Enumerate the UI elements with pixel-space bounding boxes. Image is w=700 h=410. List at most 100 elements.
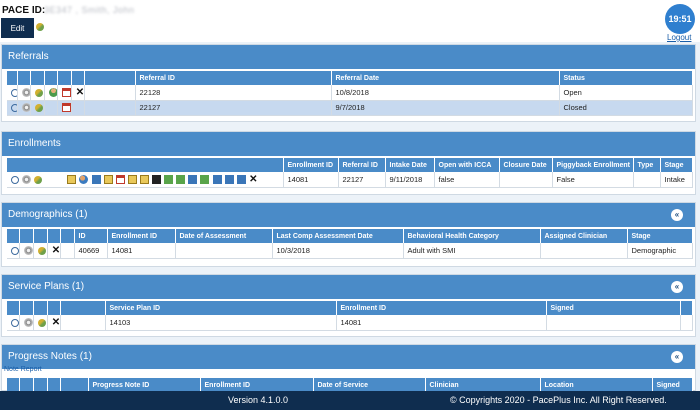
link-icon[interactable] — [36, 23, 44, 31]
table-row[interactable]: 22127 9/7/2018 Closed — [7, 100, 693, 116]
calendar-icon[interactable] — [61, 103, 70, 113]
referral-id: 22128 — [135, 85, 332, 101]
table-row[interactable]: ✕ 14081 22127 9/11/2018 false False Inta… — [7, 172, 693, 188]
collapse-icon[interactable]: « — [671, 281, 683, 293]
progress-notes-header-row: Progress Note ID Enrollment ID Date of S… — [7, 378, 693, 392]
link-icon[interactable] — [34, 104, 43, 112]
session-clock: 19:51 — [665, 4, 695, 34]
service-plans-table: Service Plan ID Enrollment ID Signed ✕ 1… — [7, 301, 693, 331]
search-icon[interactable] — [11, 246, 18, 255]
link-icon[interactable] — [34, 88, 43, 97]
user-icon[interactable] — [48, 88, 56, 97]
progress-notes-table: Progress Note ID Enrollment ID Date of S… — [7, 378, 693, 392]
close-icon[interactable]: ✕ — [52, 318, 59, 328]
search-icon[interactable] — [11, 88, 16, 97]
col-type: Type — [633, 158, 661, 172]
referral-id: 22127 — [338, 172, 386, 188]
car-icon[interactable] — [152, 175, 162, 184]
form-icon[interactable] — [176, 175, 186, 184]
footer: Version 4.1.0.0 © Copyrights 2020 - Pace… — [0, 391, 700, 410]
col-referral-id: Referral ID — [338, 158, 386, 172]
collapse-icon[interactable]: « — [671, 209, 683, 221]
export-icon[interactable] — [236, 175, 246, 184]
referral-date: 10/8/2018 — [331, 85, 560, 101]
col-enrollment-id: Enrollment ID — [200, 378, 314, 392]
transfer-icon[interactable] — [212, 175, 222, 184]
col-category: Behavioral Health Category — [403, 229, 541, 243]
collapse-icon[interactable]: « — [671, 351, 683, 363]
link-icon[interactable] — [37, 246, 46, 255]
table-row[interactable]: ✕ 14103 14081 — [7, 315, 693, 331]
enrollments-header-row: Enrollment ID Referral ID Intake Date Op… — [7, 158, 693, 172]
people-icon[interactable] — [79, 175, 89, 184]
skip-icon[interactable] — [224, 175, 234, 184]
col-signed: Signed — [546, 301, 681, 315]
close-icon[interactable]: ✕ — [249, 175, 258, 185]
disc-icon[interactable] — [22, 175, 32, 184]
disc-icon[interactable] — [23, 246, 32, 255]
referrals-table: Referral ID Referral Date Status ✕ 22128… — [7, 71, 693, 116]
table-row[interactable]: ✕ 40669 14081 10/3/2018 Adult with SMI D… — [7, 243, 693, 259]
demographics-title: Demographics (1) — [8, 209, 88, 220]
calendar-icon[interactable] — [115, 175, 125, 184]
col-service-plan-id: Service Plan ID — [105, 301, 337, 315]
link-icon[interactable] — [37, 318, 46, 327]
col-intake-date: Intake Date — [385, 158, 435, 172]
calendar-icon[interactable] — [61, 88, 70, 97]
health-category: Adult with SMI — [403, 243, 541, 259]
last-comp-date: 10/3/2018 — [272, 243, 404, 259]
intake-date: 9/11/2018 — [385, 172, 435, 188]
search-icon[interactable] — [11, 175, 19, 184]
enrollments-title: Enrollments — [8, 138, 61, 149]
col-stage: Stage — [660, 158, 693, 172]
document-icon[interactable] — [67, 175, 77, 184]
col-stage: Stage — [627, 229, 693, 243]
referral-status: Open — [559, 85, 693, 101]
referrals-header-row: Referral ID Referral Date Status — [7, 71, 693, 85]
plan-icon[interactable] — [164, 175, 174, 184]
disc-icon[interactable] — [21, 103, 29, 113]
logout-link[interactable]: Logout — [667, 33, 691, 42]
disc-icon[interactable] — [21, 88, 29, 97]
version-label: Version 4.1.0.0 — [228, 395, 289, 405]
service-plan-id: 14103 — [105, 315, 337, 331]
page-icon[interactable] — [188, 175, 198, 184]
col-signed: Signed — [652, 378, 693, 392]
col-enrollment-id: Enrollment ID — [336, 301, 547, 315]
client-name: 3E347 , Smith, John — [44, 5, 135, 15]
link-icon[interactable] — [34, 175, 43, 184]
note-report-link[interactable]: Note Report — [4, 366, 42, 373]
col-progress-note-id: Progress Note ID — [88, 378, 201, 392]
enrollment-id: 14081 — [336, 315, 547, 331]
col-referral-date: Referral Date — [331, 71, 560, 85]
col-open-icca: Open with ICCA — [434, 158, 500, 172]
service-plans-header-row: Service Plan ID Enrollment ID Signed — [7, 301, 693, 315]
referral-id: 22127 — [135, 100, 332, 116]
edit-icon[interactable] — [103, 175, 113, 184]
col-date-assessment: Date of Assessment — [175, 229, 273, 243]
report-icon[interactable] — [91, 175, 101, 184]
notes-icon[interactable] — [127, 175, 137, 184]
search-icon[interactable] — [11, 104, 16, 112]
col-last-comp: Last Comp Assessment Date — [272, 229, 404, 243]
table-row[interactable]: ✕ 22128 10/8/2018 Open — [7, 85, 693, 101]
folder-icon[interactable] — [139, 175, 149, 184]
enrollments-table: Enrollment ID Referral ID Intake Date Op… — [7, 158, 693, 188]
close-icon[interactable]: ✕ — [52, 246, 59, 256]
pace-id-label: PACE ID: — [2, 5, 46, 16]
top-bar: PACE ID: 3E347 , Smith, John Edit 19:51 … — [0, 0, 700, 42]
service-plans-title: Service Plans (1) — [8, 281, 85, 292]
copyright-label: © Copyrights 2020 - PacePlus Inc. All Ri… — [450, 395, 667, 405]
edit-button[interactable]: Edit — [1, 18, 34, 38]
search-icon[interactable] — [11, 318, 18, 327]
checklist-icon[interactable] — [200, 175, 210, 184]
close-icon[interactable]: ✕ — [76, 88, 83, 98]
enrollment-id: 14081 — [283, 172, 339, 188]
disc-icon[interactable] — [23, 318, 32, 327]
progress-notes-panel: Progress Notes (1) « Progress Note ID En… — [1, 344, 696, 392]
col-piggyback: Piggyback Enrollment — [552, 158, 634, 172]
progress-notes-header: Progress Notes (1) « — [2, 345, 695, 369]
enrollments-header: Enrollments — [2, 132, 695, 156]
stage: Intake — [660, 172, 693, 188]
col-closure-date: Closure Date — [499, 158, 553, 172]
